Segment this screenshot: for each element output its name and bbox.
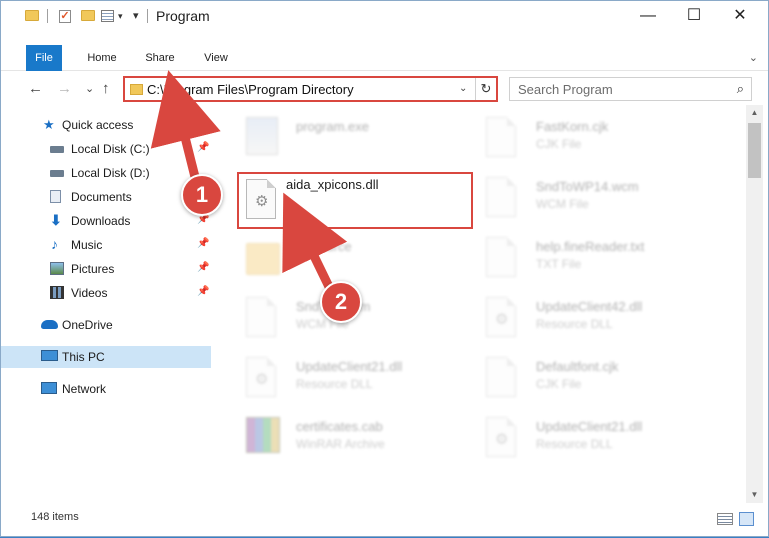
callout-1: 1 — [181, 174, 223, 216]
explorer-window: ✓ ▾ ▾ Program — ☐ ✕ File Home Share View… — [0, 0, 769, 537]
annotation-arrows — [150, 70, 348, 297]
callout-2: 2 — [320, 281, 362, 323]
